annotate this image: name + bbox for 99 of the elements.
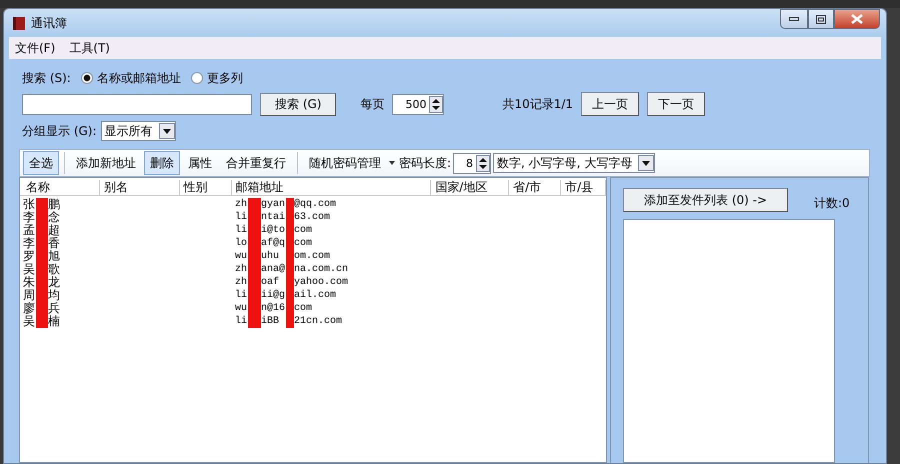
radio-label[interactable]: 更多列	[206, 70, 243, 86]
column-header[interactable]: 名称	[22, 180, 100, 195]
minimize-icon	[789, 17, 799, 21]
search-button[interactable]: 搜索 (G)	[260, 92, 336, 116]
email-text: lo	[235, 237, 248, 250]
email-text: wu	[235, 302, 248, 315]
column-header[interactable]: 别名	[100, 180, 180, 195]
name-text: 张	[23, 198, 36, 211]
email-text: zh	[235, 276, 248, 289]
redaction-bar	[248, 198, 261, 211]
name-text: 廖	[23, 302, 36, 315]
name-text: 鹏	[48, 198, 60, 211]
redaction-bar	[36, 198, 48, 211]
spin-arrows-icon[interactable]	[429, 96, 444, 112]
password-menu-button[interactable]: 随机密码管理	[303, 151, 387, 175]
password-length-label: 密码长度:	[399, 154, 452, 172]
name-text: 罗	[23, 250, 36, 263]
record-info: 共10记录1/1	[502, 96, 574, 112]
name-text: 念	[48, 211, 60, 224]
close-button[interactable]	[834, 9, 880, 29]
email-text: zh	[235, 198, 248, 211]
email-text: om.com	[294, 250, 330, 263]
name-text: 朱	[23, 276, 36, 289]
email-text: gyan	[261, 198, 286, 211]
name-text: 歌	[48, 263, 60, 276]
next-page-button[interactable]: 下一页	[647, 92, 706, 116]
name-text: 兵	[48, 302, 60, 315]
email-text: zh	[235, 263, 248, 276]
charset-dropdown[interactable]: 数字, 小写字母, 大写字母	[493, 153, 656, 173]
email-text: ana@	[261, 263, 286, 276]
prev-page-button[interactable]: 上一页	[581, 92, 640, 116]
email-text: yahoo.com	[294, 276, 348, 289]
name-text: 吴	[23, 263, 36, 276]
close-icon	[851, 14, 863, 24]
name-text: 吴	[23, 315, 36, 328]
spin-arrows-icon[interactable]	[476, 154, 490, 172]
count-label: 计数:0	[814, 195, 850, 212]
email-text: com	[294, 224, 312, 237]
column-header[interactable]: 邮箱地址	[232, 180, 432, 195]
email-text: i@to	[261, 224, 286, 237]
caret-icon[interactable]	[389, 161, 395, 165]
minimize-button[interactable]	[780, 9, 808, 29]
column-header[interactable]: 性别	[180, 180, 232, 195]
window-title: 通讯簿	[31, 14, 68, 32]
name-text: 孟	[23, 224, 36, 237]
email-text: com	[294, 237, 312, 250]
email-text: @qq.com	[294, 198, 336, 211]
email-text: li	[235, 224, 248, 237]
name-text: 李	[23, 237, 36, 250]
toolbar-button[interactable]: 属性	[182, 151, 218, 175]
email-text: li	[235, 289, 248, 302]
email-text: uhu	[261, 250, 280, 263]
email-text: wu	[235, 250, 248, 263]
email-text: li	[235, 315, 248, 328]
email-text: oaf	[261, 276, 280, 289]
name-text: 楠	[48, 315, 60, 328]
name-text: 旭	[48, 250, 60, 263]
email-text: 63.com	[294, 211, 330, 224]
radio-button[interactable]	[80, 72, 93, 84]
group-dropdown[interactable]: 显示所有	[100, 121, 176, 141]
maximize-button[interactable]	[808, 9, 834, 29]
column-header[interactable]: 市/县	[561, 180, 606, 195]
menu-item[interactable]: 文件(F)	[15, 40, 56, 56]
toolbar-button[interactable]: 合并重复行	[220, 151, 292, 175]
email-text: ntai	[261, 211, 286, 224]
name-text: 周	[23, 289, 36, 302]
search-label: 搜索 (S):	[22, 70, 71, 86]
email-text: 21cn.com	[294, 315, 342, 328]
search-field[interactable]	[22, 94, 252, 114]
per-page-spinner[interactable]: 500	[392, 94, 444, 114]
name-text: 龙	[48, 276, 60, 289]
email-text: na.com.cn	[294, 263, 348, 276]
redaction-bar	[36, 315, 48, 328]
column-header[interactable]: 省/市	[509, 180, 562, 195]
email-text: com	[294, 302, 312, 315]
name-text: 李	[23, 211, 36, 224]
add-to-send-list-button[interactable]: 添加至发件列表 (0) ->	[623, 188, 788, 212]
email-text: n@16	[261, 302, 286, 315]
name-text: 均	[48, 289, 60, 302]
radio-button[interactable]	[190, 72, 203, 84]
email-text: iBB	[261, 315, 280, 328]
email-text: ail.com	[294, 289, 336, 302]
per-page-label: 每页	[360, 96, 384, 112]
toolbar-button[interactable]: 全选	[23, 151, 59, 175]
menu-item[interactable]: 工具(T)	[69, 40, 110, 56]
password-length-spinner[interactable]: 8	[453, 152, 492, 174]
radio-label[interactable]: 名称或邮箱地址	[96, 70, 181, 86]
email-text: af@q	[261, 237, 286, 250]
maximize-icon	[816, 14, 826, 24]
toolbar-button[interactable]: 删除	[144, 151, 180, 175]
redaction-bar	[248, 315, 261, 328]
email-text: ii@g	[261, 289, 286, 302]
book-icon	[12, 16, 26, 30]
toolbar-button[interactable]: 添加新地址	[70, 151, 142, 175]
column-header[interactable]: 国家/地区	[431, 180, 510, 195]
name-text: 香	[48, 237, 60, 250]
name-text: 超	[48, 224, 60, 237]
group-label: 分组显示 (G):	[22, 122, 97, 140]
email-text: li	[235, 211, 248, 224]
